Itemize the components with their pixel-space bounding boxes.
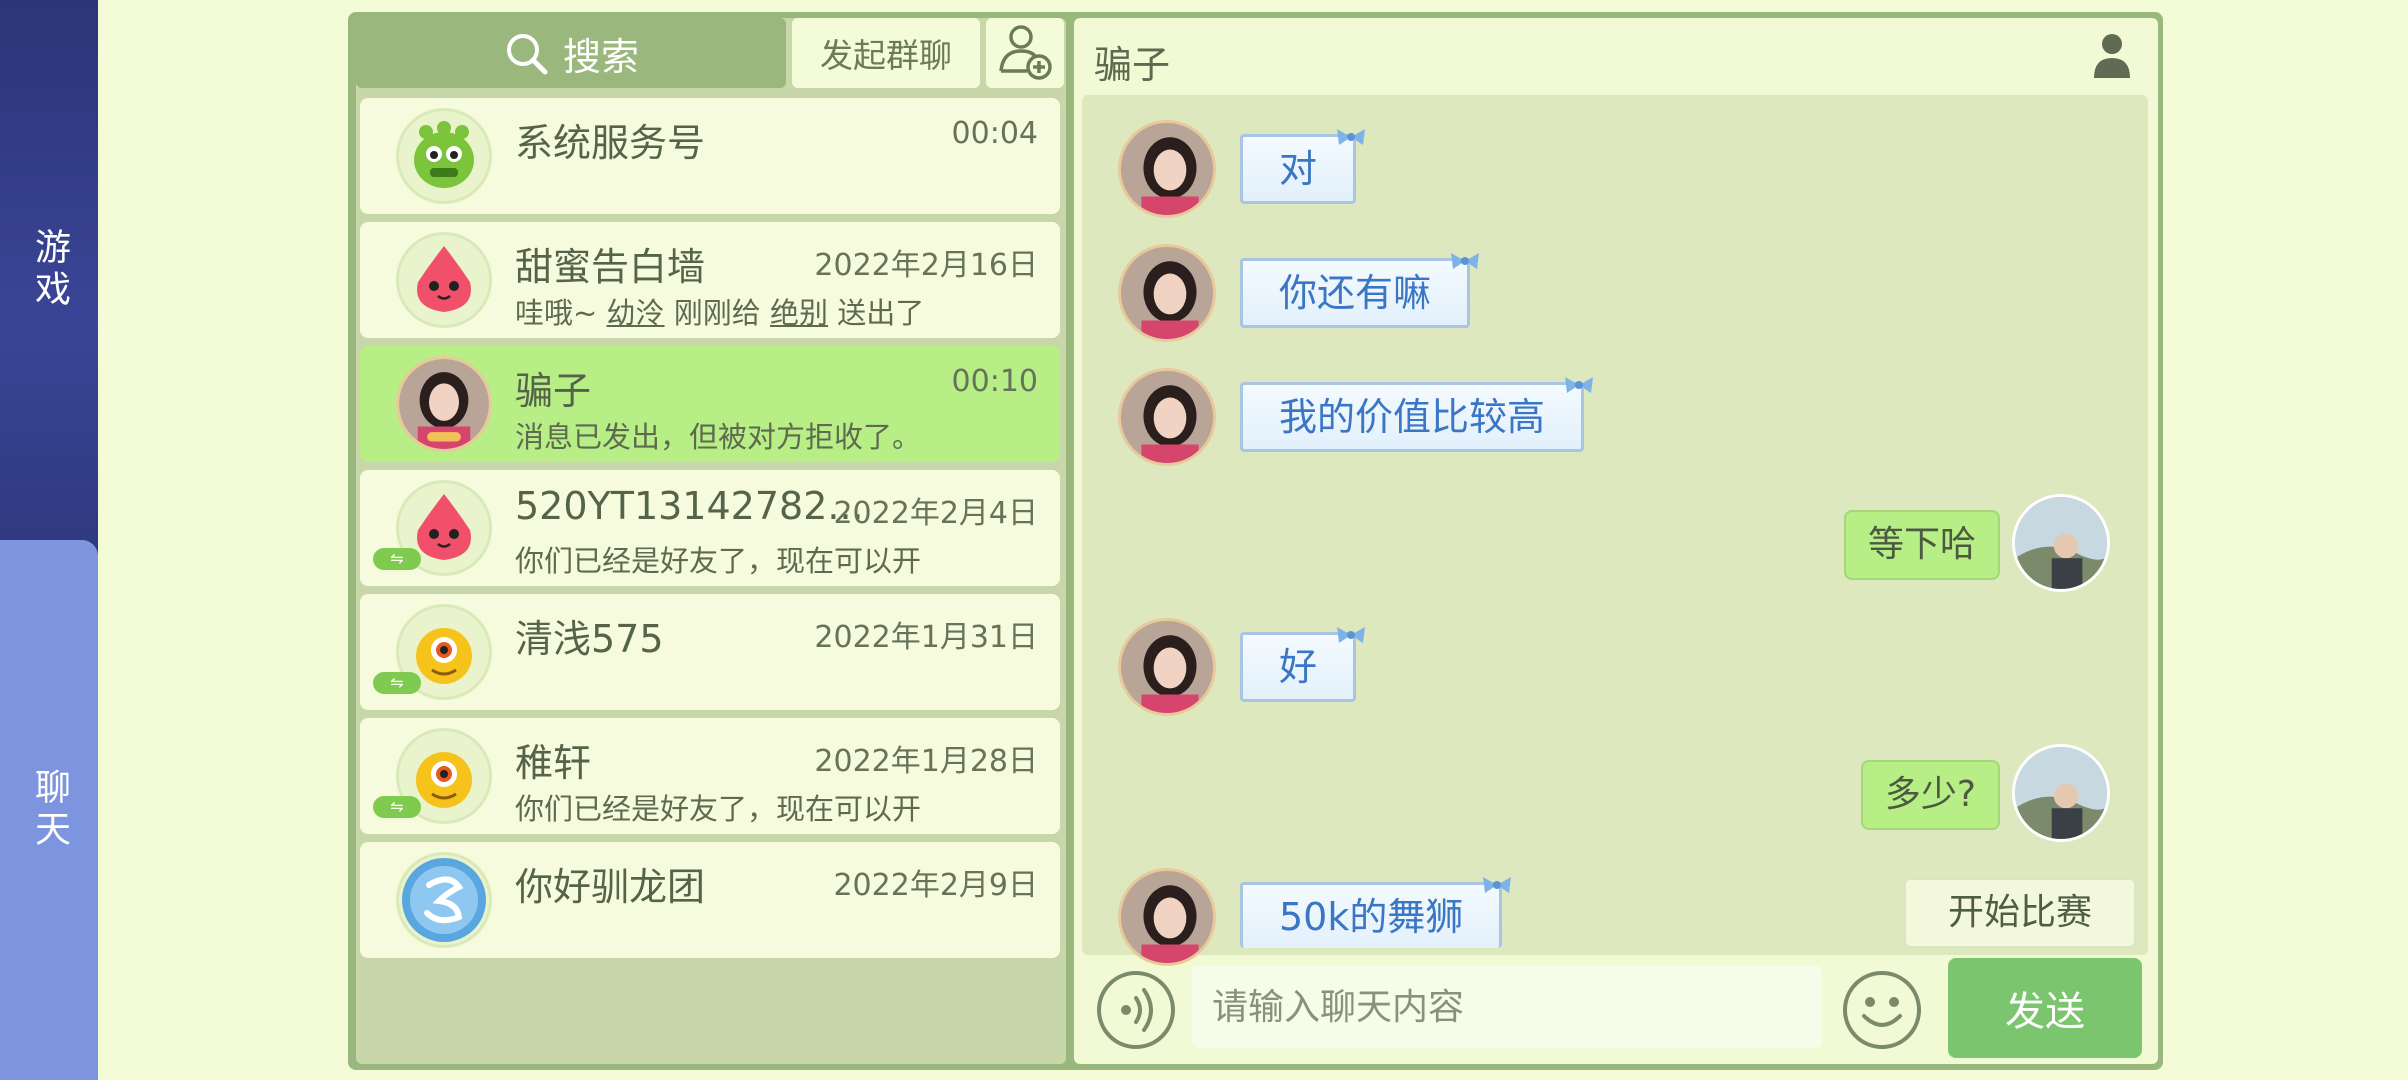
receiver-link[interactable]: 绝别 xyxy=(770,296,828,330)
green-monster-avatar-icon xyxy=(414,121,474,188)
incoming-message-bubble[interactable]: 对 xyxy=(1240,129,1366,204)
ribbon-bow-icon xyxy=(1565,377,1594,393)
voice-icon xyxy=(1097,971,1175,1049)
tab-game-label: 游戏 xyxy=(29,228,70,312)
girl-photo-avatar-icon xyxy=(399,359,489,449)
contact-time: 2022年2月16日 xyxy=(814,248,1038,283)
contact-name: 系统服务号 xyxy=(515,121,706,165)
contact-name: 你好驯龙团 xyxy=(515,865,706,909)
avatar xyxy=(396,232,492,328)
tab-chat[interactable]: 聊天 xyxy=(0,540,98,1080)
contact-time: 2022年2月4日 xyxy=(833,496,1038,531)
message-text: 你还有嘛 xyxy=(1279,271,1432,315)
game-status-icon: ⇋ xyxy=(373,548,421,570)
contact-name: 稚轩 xyxy=(515,741,592,785)
my-avatar[interactable] xyxy=(2012,744,2110,842)
message-text: 好 xyxy=(1279,645,1318,689)
message-text: 50k的舞狮 xyxy=(1279,895,1464,939)
ribbon-bow-icon xyxy=(1337,129,1366,145)
incoming-message-bubble[interactable]: 50k的舞狮 xyxy=(1240,877,1512,948)
person-icon xyxy=(2094,34,2130,78)
send-button[interactable]: 发送 xyxy=(1948,958,2142,1058)
chat-title: 骗子 xyxy=(1094,43,1171,87)
sender-avatar[interactable] xyxy=(1118,618,1216,716)
incoming-message-bubble[interactable]: 你还有嘛 xyxy=(1240,253,1480,328)
game-status-icon: ⇋ xyxy=(373,672,421,694)
contact-item[interactable]: 系统服务号 00:04 xyxy=(360,98,1060,214)
contact-preview: 哇哦~ 幼泠 刚刚给 绝别 送出了 xyxy=(515,290,924,332)
contact-time: 2022年1月28日 xyxy=(814,744,1038,779)
contact-item[interactable]: ⇋ 稚轩 2022年1月28日 你们已经是好友了，现在可以开 xyxy=(360,718,1060,834)
contact-item[interactable]: ⇋ 清浅575 2022年1月31日 xyxy=(360,594,1060,710)
sidebar: 游戏 聊天 xyxy=(0,0,98,1080)
sender-avatar[interactable] xyxy=(1118,244,1216,342)
sender-link[interactable]: 幼泠 xyxy=(607,296,665,330)
search-button[interactable]: 搜索 xyxy=(356,18,786,88)
contact-item[interactable]: ⇋ 520YT13142782... 2022年2月4日 你们已经是好友了，现在… xyxy=(360,470,1060,586)
ribbon-bow-icon xyxy=(1483,877,1512,893)
message-text: 等下哈 xyxy=(1867,524,1976,565)
contact-time: 2022年1月31日 xyxy=(814,620,1038,655)
smiley-icon xyxy=(1843,971,1921,1049)
voice-button[interactable] xyxy=(1096,970,1176,1054)
sender-avatar[interactable] xyxy=(1118,120,1216,218)
search-icon xyxy=(506,34,548,75)
sender-avatar[interactable] xyxy=(1118,868,1216,966)
contact-preview: 你们已经是好友了，现在可以开 xyxy=(515,544,922,578)
emoji-button[interactable] xyxy=(1842,970,1922,1054)
contact-time: 00:04 xyxy=(951,116,1038,151)
start-match-button[interactable]: 开始比赛 xyxy=(1904,878,2136,948)
contact-name: 520YT13142782... xyxy=(515,484,864,528)
avatar xyxy=(396,852,492,948)
message-text: 对 xyxy=(1279,147,1318,191)
contact-time: 00:10 xyxy=(951,364,1038,399)
avatar xyxy=(396,356,492,452)
start-match-label: 开始比赛 xyxy=(1947,892,2092,933)
search-label: 搜索 xyxy=(562,34,639,79)
preview-text: 哇哦~ xyxy=(515,296,607,330)
profile-button[interactable] xyxy=(2092,32,2132,84)
preview-text: 送出了 xyxy=(828,296,925,330)
ribbon-bow-icon xyxy=(1451,253,1480,269)
start-group-chat-button[interactable]: 发起群聊 xyxy=(792,18,980,88)
preview-text: 刚刚给 xyxy=(664,296,770,330)
contact-item[interactable]: 你好驯龙团 2022年2月9日 xyxy=(360,842,1060,958)
contact-preview: 你们已经是好友了，现在可以开 xyxy=(515,792,922,826)
incoming-message-bubble[interactable]: 我的价值比较高 xyxy=(1240,377,1594,452)
start-group-chat-label: 发起群聊 xyxy=(820,36,952,75)
pink-blob-avatar-icon xyxy=(417,246,471,312)
dragon-logo-avatar-icon xyxy=(402,858,486,942)
contact-name: 清浅575 xyxy=(515,617,664,661)
contact-item-active[interactable]: 骗子 00:10 消息已发出，但被对方拒收了。 xyxy=(360,346,1060,462)
app-root: 游戏 聊天 搜索 发起群聊 系统服务号 00:04 甜蜜告白墙 2022年2月1… xyxy=(0,0,2408,1080)
contact-time: 2022年2月9日 xyxy=(833,868,1038,903)
message-input[interactable] xyxy=(1192,966,1822,1048)
ribbon-bow-icon xyxy=(1337,627,1366,643)
my-avatar[interactable] xyxy=(2012,494,2110,592)
message-text: 我的价值比较高 xyxy=(1279,395,1546,439)
tab-chat-label: 聊天 xyxy=(29,768,70,852)
outgoing-message-bubble[interactable]: 多少? xyxy=(1860,760,2000,830)
tab-game[interactable]: 游戏 xyxy=(0,0,98,540)
contact-preview: 消息已发出，但被对方拒收了。 xyxy=(515,420,922,454)
avatar xyxy=(396,108,492,204)
contact-name: 甜蜜告白墙 xyxy=(515,245,706,289)
outgoing-message-bubble[interactable]: 等下哈 xyxy=(1843,510,2000,580)
game-status-icon: ⇋ xyxy=(373,796,421,818)
contact-name: 骗子 xyxy=(515,369,592,413)
contact-item[interactable]: 甜蜜告白墙 2022年2月16日 哇哦~ 幼泠 刚刚给 绝别 送出了 xyxy=(360,222,1060,338)
message-text: 多少? xyxy=(1884,774,1976,815)
add-friend-button[interactable] xyxy=(986,18,1064,88)
add-user-icon xyxy=(999,25,1052,80)
incoming-message-bubble[interactable]: 好 xyxy=(1240,627,1366,702)
sender-avatar[interactable] xyxy=(1118,368,1216,466)
